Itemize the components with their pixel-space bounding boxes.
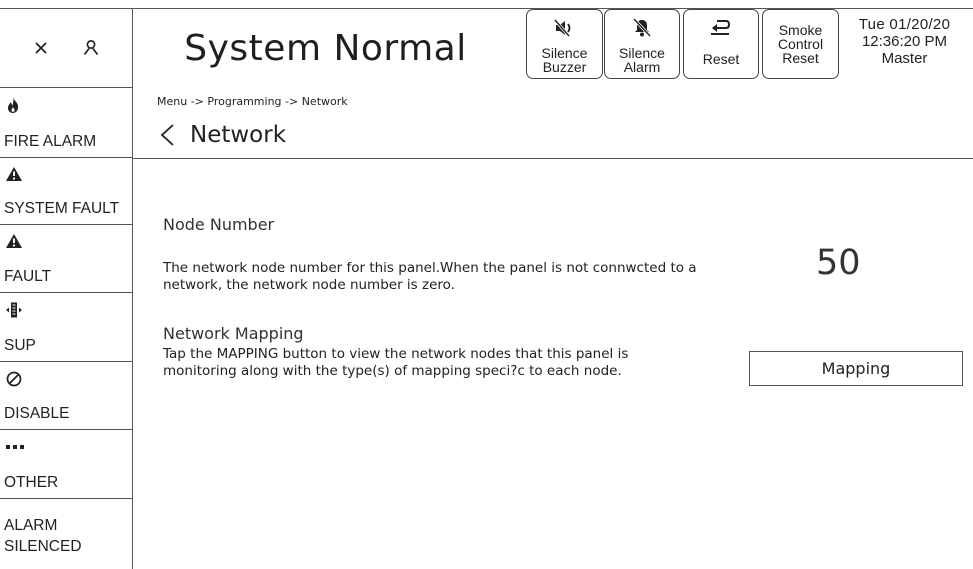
sidebar-item-alarm-silenced[interactable]: ALARM SILENCED bbox=[0, 499, 132, 569]
smoke-control-reset-button[interactable]: Smoke Control Reset bbox=[762, 9, 839, 79]
node-number-heading: Node Number bbox=[163, 215, 275, 234]
speaker-mute-icon bbox=[553, 19, 570, 37]
network-mapping-desc-line1: Tap the MAPPING button to view the netwo… bbox=[163, 346, 629, 362]
silence-buzzer-line2: Buzzer bbox=[542, 59, 587, 75]
sidebar-item-label: SUP bbox=[4, 337, 36, 354]
silence-alarm-button[interactable]: Silence Alarm bbox=[604, 9, 680, 79]
sidebar-item-label: DISABLE bbox=[4, 405, 70, 422]
network-mapping-desc-line2: monitoring along with the type(s) of map… bbox=[163, 363, 622, 379]
warning-icon bbox=[5, 233, 23, 253]
date-text: Tue 01/20/20 bbox=[858, 16, 951, 33]
sidebar-item-label: FIRE ALARM bbox=[4, 133, 97, 150]
smoke-control-line2: Control bbox=[777, 36, 824, 52]
silence-alarm-line1: Silence bbox=[619, 45, 665, 61]
node-number-desc-line2: network, the network node number is zero… bbox=[163, 277, 455, 293]
sidebar-item-sup[interactable]: SUP bbox=[0, 293, 132, 362]
breadcrumb: Menu -> Programming -> Network bbox=[157, 95, 348, 108]
reset-button[interactable]: Reset bbox=[683, 9, 759, 79]
silence-buzzer-line1: Silence bbox=[541, 45, 588, 61]
top-icons bbox=[0, 8, 133, 88]
sidebar-item-label: SYSTEM FAULT bbox=[4, 200, 120, 217]
flame-icon bbox=[5, 96, 21, 118]
time-text: 12:36:20 PM bbox=[861, 33, 948, 50]
close-icon[interactable] bbox=[30, 37, 52, 59]
user-icon[interactable] bbox=[80, 37, 102, 59]
title-divider bbox=[133, 158, 973, 159]
sidebar-item-label: FAULT bbox=[4, 268, 52, 285]
sidebar-item-label: OTHER bbox=[4, 474, 59, 491]
disable-icon bbox=[5, 370, 23, 392]
warning-icon bbox=[5, 166, 23, 186]
sidebar-item-disable[interactable]: DISABLE bbox=[0, 362, 132, 430]
sidebar-item-label: ALARM SILENCED bbox=[4, 517, 82, 555]
supervisory-icon bbox=[5, 301, 23, 323]
mapping-button[interactable]: Mapping bbox=[749, 351, 963, 386]
sidebar-item-other[interactable]: OTHER bbox=[0, 430, 132, 499]
top-bar: System Normal Silence Buzzer Silence Ala… bbox=[0, 8, 973, 88]
sidebar-item-fault[interactable]: FAULT bbox=[0, 225, 132, 293]
smoke-control-line3: Reset bbox=[782, 50, 819, 66]
datetime-panel: Tue 01/20/20 12:36:20 PM Master bbox=[842, 16, 967, 67]
sidebar-item-system-fault[interactable]: SYSTEM FAULT bbox=[0, 158, 132, 225]
node-number-desc-line1: The network node number for this panel.W… bbox=[163, 260, 697, 276]
node-number-value: 50 bbox=[816, 243, 861, 283]
system-status-title: System Normal bbox=[184, 27, 467, 69]
silence-alarm-line2: Alarm bbox=[623, 59, 661, 75]
silence-buzzer-button[interactable]: Silence Buzzer bbox=[526, 9, 603, 79]
more-icon bbox=[5, 438, 25, 457]
smoke-control-line1: Smoke bbox=[778, 22, 823, 38]
page-title: Network bbox=[190, 122, 287, 148]
sidebar: FIRE ALARM SYSTEM FAULT FAULT SUP DISABL… bbox=[0, 88, 133, 569]
role-text: Master bbox=[881, 50, 928, 67]
bell-off-icon bbox=[632, 18, 652, 38]
sidebar-item-fire-alarm[interactable]: FIRE ALARM bbox=[0, 88, 132, 158]
reset-label: Reset bbox=[702, 51, 740, 67]
reset-arrow-icon bbox=[711, 20, 731, 35]
network-mapping-heading: Network Mapping bbox=[163, 324, 304, 343]
back-chevron-icon[interactable] bbox=[153, 120, 183, 150]
